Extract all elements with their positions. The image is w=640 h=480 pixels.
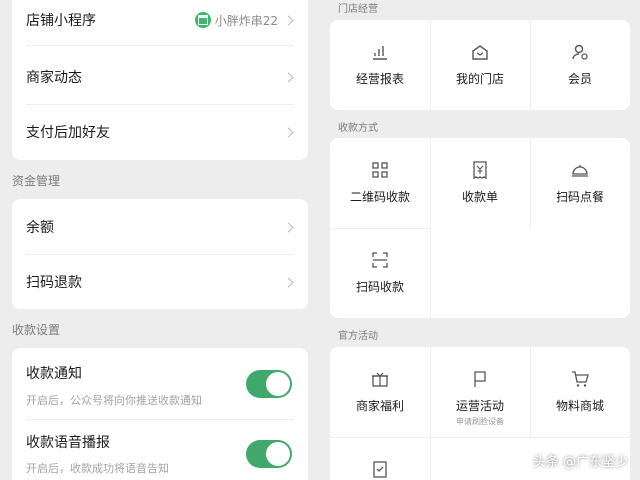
- business-report-button[interactable]: 经营报表: [330, 42, 430, 87]
- divider: [26, 45, 294, 46]
- store-section-title: 门店经营: [338, 4, 378, 15]
- divider: [26, 254, 294, 255]
- chevron-right-icon: [283, 127, 294, 137]
- scan-refund-row[interactable]: 扫码退款: [12, 261, 308, 303]
- payment-methods-title: 收款方式: [338, 123, 378, 134]
- business-report-label: 经营报表: [355, 72, 404, 86]
- merchant-news-label: 商家动态: [26, 70, 82, 86]
- divider: [26, 104, 294, 105]
- merchant-benefits-label: 商家福利: [355, 399, 404, 413]
- divider: [430, 437, 431, 480]
- chevron-right-icon: [283, 72, 294, 82]
- merchant-news-row[interactable]: 商家动态: [12, 56, 308, 98]
- receipt-button[interactable]: 收款单: [430, 160, 530, 205]
- supplies-mall-button[interactable]: 物料商城: [530, 369, 630, 414]
- payment-notification-toggle[interactable]: [246, 370, 292, 398]
- settings-section-title: 收款设置: [12, 323, 61, 337]
- balance-label: 余额: [26, 220, 54, 236]
- qr-code-icon: [372, 162, 388, 178]
- mini-program-label: 店铺小程序: [26, 13, 96, 29]
- shop-name: 小胖炸串22: [214, 13, 278, 28]
- divider: [26, 419, 294, 420]
- add-friend-row[interactable]: 支付后加好友: [12, 111, 308, 153]
- merchant-benefits-button[interactable]: 商家福利: [330, 369, 430, 414]
- scan-refund-label: 扫码退款: [26, 275, 82, 291]
- member-button[interactable]: 会员: [530, 42, 630, 87]
- receipt-icon: [473, 161, 487, 180]
- right-column: 门店经营 经营报表 我的门店 会员 收款方式 二维码收款 收款单 扫码点餐 扫码…: [320, 0, 640, 480]
- member-icon: [572, 44, 588, 60]
- operations-event-label: 运营活动: [455, 399, 504, 413]
- chevron-right-icon: [283, 222, 294, 232]
- flag-icon: [474, 371, 486, 387]
- payment-notification-label: 收款通知: [26, 366, 82, 382]
- payment-notification-row: 收款通知 开启后，公众号将向你推送收款通知: [12, 354, 308, 416]
- voice-broadcast-row: 收款语音播报 开启后，收款成功将语音告知: [12, 424, 308, 480]
- left-column: 店铺小程序 小胖炸串22 商家动态 支付后加好友 资金管理 余额 扫码退款 收款…: [0, 0, 320, 480]
- gift-icon: [372, 372, 388, 387]
- payment-methods-card: 二维码收款 收款单 扫码点餐 扫码收款: [330, 138, 630, 318]
- events-section-title: 官方活动: [338, 331, 378, 342]
- my-store-button[interactable]: 我的门店: [430, 42, 530, 87]
- operations-event-button[interactable]: 运营活动 申请刷脸设备: [430, 369, 530, 427]
- qr-code-payment-label: 二维码收款: [349, 190, 410, 204]
- bar-chart-icon: [373, 46, 387, 60]
- scan-payment-button[interactable]: 扫码收款: [330, 250, 430, 295]
- member-label: 会员: [567, 72, 592, 86]
- scan-order-button[interactable]: 扫码点餐: [530, 160, 630, 205]
- qr-code-payment-button[interactable]: 二维码收款: [330, 160, 430, 205]
- payment-notification-desc: 开启后，公众号将向你推送收款通知: [26, 394, 202, 407]
- balance-row[interactable]: 余额: [12, 206, 308, 248]
- mini-program-row[interactable]: 店铺小程序 小胖炸串22: [12, 0, 308, 40]
- scan-payment-label: 扫码收款: [355, 280, 404, 294]
- scan-order-label: 扫码点餐: [555, 190, 604, 204]
- add-friend-label: 支付后加好友: [26, 125, 110, 141]
- chevron-right-icon: [283, 277, 294, 287]
- voice-broadcast-toggle[interactable]: [246, 440, 292, 468]
- watermark: 头条 @广东坚少: [532, 455, 628, 470]
- shop-icon: [194, 12, 211, 28]
- dining-icon: [572, 165, 588, 177]
- checklist-icon: [373, 461, 387, 478]
- payment-settings-card: 收款通知 开启后，公众号将向你推送收款通知 收款语音播报 开启后，收款成功将语音…: [12, 348, 308, 480]
- funds-section-title: 资金管理: [12, 174, 61, 188]
- voice-broadcast-label: 收款语音播报: [26, 435, 110, 451]
- store-icon: [472, 45, 488, 60]
- divider: [330, 228, 430, 229]
- receipt-label: 收款单: [461, 190, 498, 204]
- operations-event-subtitle: 申请刷脸设备: [456, 417, 504, 426]
- cart-icon: [572, 371, 589, 387]
- store-settings-card: 店铺小程序 小胖炸串22 商家动态 支付后加好友: [12, 0, 308, 160]
- supplies-mall-label: 物料商城: [555, 399, 604, 413]
- checklist-button[interactable]: [330, 459, 430, 479]
- divider: [430, 228, 431, 318]
- chevron-right-icon: [283, 15, 294, 25]
- shop-name-tag: 小胖炸串22: [194, 12, 278, 29]
- toggle-knob: [266, 372, 290, 396]
- voice-broadcast-desc: 开启后，收款成功将语音告知: [26, 462, 169, 475]
- divider: [330, 437, 630, 438]
- toggle-knob: [266, 442, 290, 466]
- scan-icon: [372, 252, 388, 268]
- my-store-label: 我的门店: [455, 72, 504, 86]
- store-card: 经营报表 我的门店 会员: [330, 20, 630, 110]
- funds-card: 余额 扫码退款: [12, 199, 308, 309]
